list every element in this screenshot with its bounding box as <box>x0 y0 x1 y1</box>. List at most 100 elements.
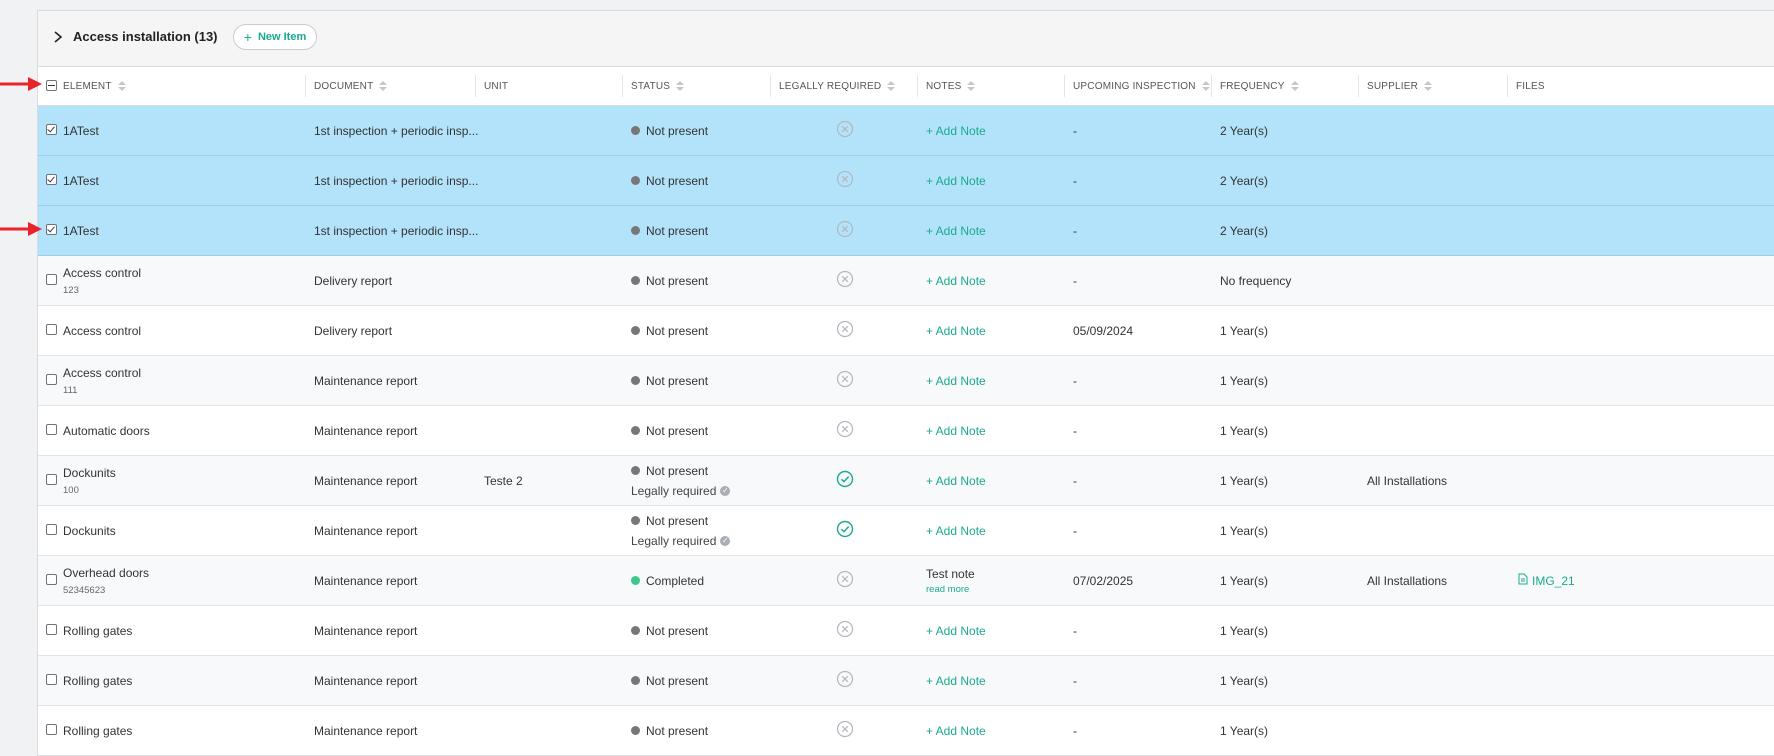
add-note-link[interactable]: + Add Note <box>926 674 986 688</box>
column-divider[interactable] <box>1358 75 1359 97</box>
frequency-value: 1 Year(s) <box>1220 723 1269 738</box>
column-header-frequency[interactable]: FREQUENCY <box>1211 67 1299 105</box>
sort-icon[interactable] <box>887 81 896 91</box>
table-row[interactable]: Rolling gates Maintenance report Not prese… <box>38 656 1774 706</box>
frequency-cell: 1 Year(s) <box>1220 306 1268 355</box>
upcoming-inspection-cell: - <box>1073 406 1077 455</box>
element-name[interactable]: Rolling gates <box>63 674 132 688</box>
column-header-status[interactable]: STATUS <box>622 67 685 105</box>
column-header-upcoming-inspection[interactable]: UPCOMING INSPECTION <box>1064 67 1210 105</box>
element-cell: Dockunits <box>63 506 116 555</box>
table-row[interactable]: 1ATest 1st inspection + periodic insp... N… <box>38 156 1774 206</box>
row-checkbox[interactable] <box>46 724 57 735</box>
select-all-checkbox[interactable] <box>46 80 57 91</box>
document-cell: Maintenance report <box>314 406 417 455</box>
table-row[interactable]: Rolling gates Maintenance report Not prese… <box>38 606 1774 656</box>
status-cell: Not present <box>631 206 708 255</box>
element-cell: Overhead doors 52345623 <box>63 556 149 605</box>
row-checkbox[interactable] <box>46 624 57 635</box>
element-cell: Rolling gates <box>63 606 132 655</box>
status-cell: Completed <box>631 556 704 605</box>
column-header-legally-required[interactable]: LEGALLY REQUIRED <box>770 67 896 105</box>
new-item-button[interactable]: + New Item <box>233 24 317 50</box>
column-divider[interactable] <box>622 75 623 97</box>
sort-icon[interactable] <box>967 81 976 91</box>
add-note-link[interactable]: + Add Note <box>926 374 986 388</box>
table-row[interactable]: Automatic doors Maintenance report Not pre… <box>38 406 1774 456</box>
table-row[interactable]: Rolling gates Maintenance report Not prese… <box>38 706 1774 756</box>
element-name[interactable]: Automatic doors <box>63 424 150 438</box>
read-more-link[interactable]: read more <box>926 584 975 595</box>
sort-icon[interactable] <box>117 81 126 91</box>
row-checkbox[interactable] <box>46 224 57 235</box>
status-text: Not present <box>646 173 709 188</box>
column-divider[interactable] <box>1064 75 1065 97</box>
table-row[interactable]: Overhead doors 52345623 Maintenance report… <box>38 556 1774 606</box>
table-row[interactable]: Access control 111 Maintenance report Not p… <box>38 356 1774 406</box>
column-divider[interactable] <box>1211 75 1212 97</box>
file-link[interactable]: IMG_21 <box>1518 573 1575 588</box>
column-header-supplier[interactable]: SUPPLIER <box>1358 67 1433 105</box>
group-title[interactable]: Access installation (13) <box>73 29 218 44</box>
element-name[interactable]: Dockunits <box>63 524 116 538</box>
column-divider[interactable] <box>1507 75 1508 97</box>
element-name[interactable]: Access control <box>63 366 141 380</box>
sort-icon[interactable] <box>379 81 388 91</box>
frequency-cell: 1 Year(s) <box>1220 706 1268 755</box>
column-divider[interactable] <box>475 75 476 97</box>
sort-icon[interactable] <box>1290 81 1299 91</box>
row-checkbox[interactable] <box>46 124 57 135</box>
row-checkbox[interactable] <box>46 424 57 435</box>
row-checkbox[interactable] <box>46 574 57 585</box>
row-checkbox[interactable] <box>46 274 57 285</box>
table-row[interactable]: 1ATest 1st inspection + periodic insp... N… <box>38 206 1774 256</box>
table-row[interactable]: Dockunits 100 Maintenance report Teste 2 Not… <box>38 456 1774 506</box>
element-name[interactable]: Rolling gates <box>63 724 132 738</box>
file-icon <box>1518 573 1528 588</box>
column-header-notes[interactable]: NOTES <box>917 67 976 105</box>
frequency-cell: No frequency <box>1220 256 1291 305</box>
column-divider[interactable] <box>917 75 918 97</box>
row-checkbox[interactable] <box>46 474 57 485</box>
add-note-link[interactable]: + Add Note <box>926 174 986 188</box>
element-name[interactable]: Dockunits <box>63 466 116 480</box>
row-checkbox[interactable] <box>46 324 57 335</box>
column-divider[interactable] <box>305 75 306 97</box>
sort-icon[interactable] <box>1201 81 1210 91</box>
column-header-document[interactable]: DOCUMENT <box>305 67 388 105</box>
notes-cell: + Add Note <box>926 406 986 455</box>
add-note-link[interactable]: + Add Note <box>926 424 986 438</box>
chevron-right-icon[interactable] <box>52 31 64 43</box>
row-checkbox[interactable] <box>46 674 57 685</box>
column-header-label: ELEMENT <box>63 80 112 92</box>
add-note-link[interactable]: + Add Note <box>926 624 986 638</box>
add-note-link[interactable]: + Add Note <box>926 124 986 138</box>
add-note-link[interactable]: + Add Note <box>926 474 986 488</box>
add-note-link[interactable]: + Add Note <box>926 324 986 338</box>
column-divider[interactable] <box>770 75 771 97</box>
element-name[interactable]: Access control <box>63 266 141 280</box>
add-note-link[interactable]: + Add Note <box>926 224 986 238</box>
sort-icon[interactable] <box>1424 81 1433 91</box>
add-note-link[interactable]: + Add Note <box>926 724 986 738</box>
element-name[interactable]: Rolling gates <box>63 624 132 638</box>
add-note-link[interactable]: + Add Note <box>926 524 986 538</box>
sort-icon[interactable] <box>676 81 685 91</box>
row-checkbox[interactable] <box>46 174 57 185</box>
table-row[interactable]: Access control 123 Delivery report Not pres… <box>38 256 1774 306</box>
element-name[interactable]: 1ATest <box>63 124 99 138</box>
frequency-cell: 2 Year(s) <box>1220 206 1268 255</box>
element-name[interactable]: Access control <box>63 324 141 338</box>
column-header-element[interactable]: ELEMENT <box>63 67 126 105</box>
table-row[interactable]: 1ATest 1st inspection + periodic insp... N… <box>38 106 1774 156</box>
row-checkbox[interactable] <box>46 524 57 535</box>
status-dot-icon <box>631 466 640 475</box>
row-checkbox[interactable] <box>46 374 57 385</box>
table-row[interactable]: Access control Delivery report Not present… <box>38 306 1774 356</box>
add-note-link[interactable]: + Add Note <box>926 274 986 288</box>
element-name[interactable]: 1ATest <box>63 224 99 238</box>
table-row[interactable]: Dockunits Maintenance report Not present Le… <box>38 506 1774 556</box>
element-name[interactable]: 1ATest <box>63 174 99 188</box>
upcoming-inspection-value: - <box>1073 673 1077 688</box>
element-name[interactable]: Overhead doors <box>63 566 149 580</box>
